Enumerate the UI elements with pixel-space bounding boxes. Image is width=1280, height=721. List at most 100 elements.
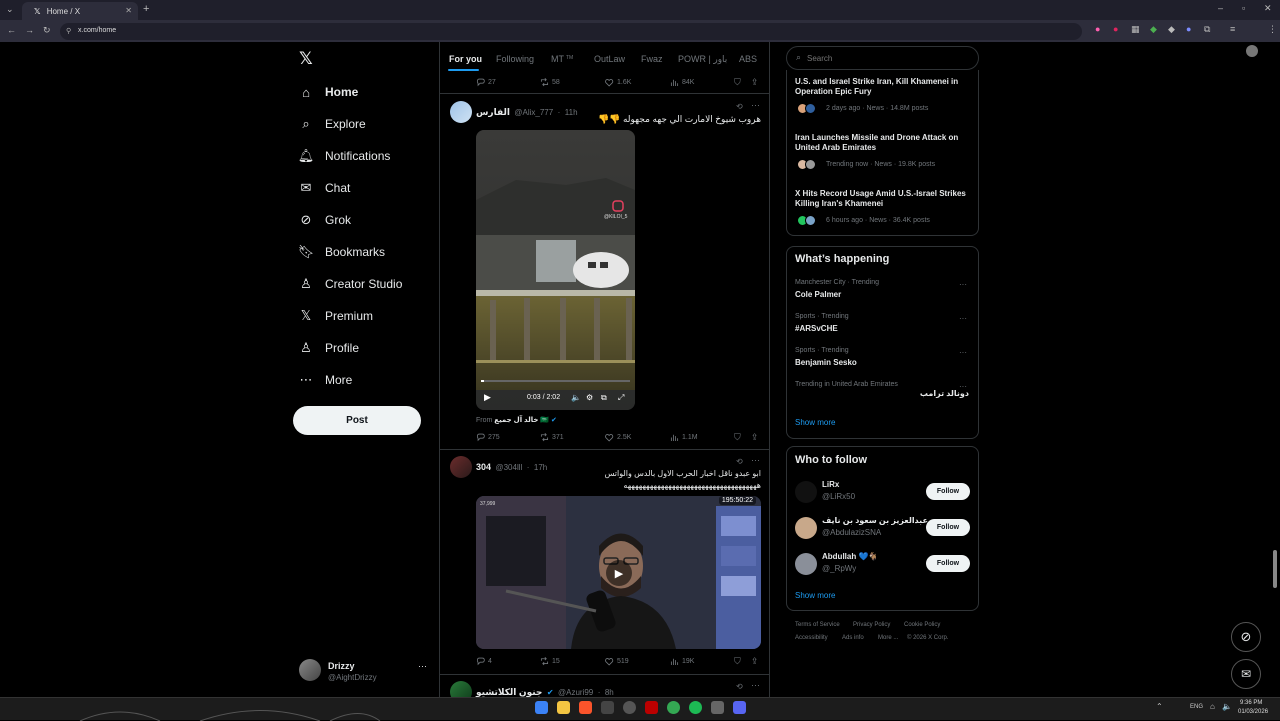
file-explorer-icon[interactable] xyxy=(557,701,570,714)
pip-icon[interactable]: ⧉ xyxy=(601,393,607,403)
grok-icon[interactable]: ⟲ xyxy=(736,457,743,466)
show-more-link[interactable]: Show more xyxy=(795,418,835,427)
grok-icon[interactable]: ⟲ xyxy=(736,682,743,691)
network-icon[interactable]: ⌂ xyxy=(1210,702,1215,711)
scrollbar-thumb[interactable] xyxy=(1273,550,1277,588)
extensions-puzzle-icon[interactable]: ⧉ xyxy=(1204,24,1210,35)
more-icon[interactable]: ··· xyxy=(959,348,967,357)
bookmark-icon[interactable]: ⛉ xyxy=(734,77,741,88)
repost-button[interactable]: 371 xyxy=(540,433,564,442)
timeline-tab[interactable]: POWR | باور xyxy=(678,54,727,65)
source-author[interactable]: خالد آل جميع 🇸🇦 xyxy=(494,417,549,424)
close-tab-icon[interactable]: ✕ xyxy=(125,6,132,15)
extension-icon[interactable]: ◆ xyxy=(1150,24,1157,35)
post-button[interactable]: Post xyxy=(293,406,421,435)
nav-item-grok[interactable]: ⊘ Grok xyxy=(298,207,351,233)
more-icon[interactable]: ··· xyxy=(418,661,427,671)
more-icon[interactable]: ··· xyxy=(959,314,967,323)
app-icon[interactable] xyxy=(601,701,614,714)
nav-item-chat[interactable]: ✉ Chat xyxy=(298,175,351,201)
settings-icon[interactable]: ⚙ xyxy=(586,393,593,402)
view-button[interactable]: 19K xyxy=(670,657,694,666)
more-icon[interactable]: ··· xyxy=(751,680,760,690)
replie-button[interactable]: 27 xyxy=(476,78,496,87)
messages-float-button[interactable]: ✉ xyxy=(1231,659,1261,689)
footer-link[interactable]: More ... xyxy=(878,635,898,641)
repost-button[interactable]: 58 xyxy=(540,78,560,87)
more-icon[interactable]: ··· xyxy=(751,100,760,110)
chrome-icon[interactable] xyxy=(667,701,680,714)
site-info-icon[interactable]: ⚲ xyxy=(66,27,71,35)
nav-item-premium[interactable]: 𝕏 Premium xyxy=(298,303,373,329)
more-icon[interactable]: ··· xyxy=(959,382,967,391)
grok-icon[interactable]: ⟲ xyxy=(736,102,743,111)
tab-list-icon[interactable]: ⌄ xyxy=(6,4,14,15)
forward-icon[interactable]: → xyxy=(25,25,34,35)
user-name[interactable]: عبدالعزيز بن سعود بن نايف... xyxy=(822,516,935,525)
language-indicator[interactable]: ENG xyxy=(1190,704,1203,710)
view-button[interactable]: 1.1M xyxy=(670,433,698,442)
nav-item-explore[interactable]: ⌕ Explore xyxy=(298,111,365,137)
volume-icon[interactable]: 🔈 xyxy=(1222,702,1232,711)
timeline-tab[interactable]: OutLaw xyxy=(594,54,625,64)
x-logo-icon[interactable]: 𝕏 xyxy=(299,49,313,69)
share-icon[interactable]: ⇪ xyxy=(751,77,759,88)
obs-icon[interactable] xyxy=(623,701,636,714)
nav-item-home[interactable]: ⌂ Home xyxy=(298,79,358,105)
back-icon[interactable]: ← xyxy=(7,25,16,35)
bookmark-icon[interactable]: ⛉ xyxy=(734,656,741,667)
footer-link[interactable]: Accessibility xyxy=(795,635,828,641)
profile-avatar[interactable] xyxy=(1246,45,1258,57)
spotify-icon[interactable] xyxy=(689,701,702,714)
repost-button[interactable]: 15 xyxy=(540,657,560,666)
tray-chevron-icon[interactable]: ⌃ xyxy=(1156,702,1163,711)
avatar[interactable] xyxy=(450,101,472,123)
timeline-tab[interactable]: Fwaz xyxy=(641,54,663,64)
nav-item-bookmarks[interactable]: 🔖︎ Bookmarks xyxy=(298,239,385,265)
bookmark-icon[interactable]: ⛉ xyxy=(734,432,741,443)
footer-link[interactable]: Terms of Service xyxy=(795,622,840,628)
avatar[interactable] xyxy=(795,553,817,575)
extension-icon[interactable]: ◆ xyxy=(1168,24,1175,35)
follow-button[interactable]: Follow xyxy=(926,519,970,536)
extension-icon[interactable]: ● xyxy=(1113,24,1118,34)
footer-link[interactable]: Cookie Policy xyxy=(904,622,940,628)
netflix-icon[interactable] xyxy=(645,701,658,714)
start-icon[interactable] xyxy=(535,701,548,714)
minimize-icon[interactable]: – xyxy=(1218,3,1223,13)
news-headline[interactable]: Iran Launches Missile and Drone Attack o… xyxy=(795,133,975,153)
extension-icon[interactable]: ● xyxy=(1095,24,1100,34)
replie-button[interactable]: 275 xyxy=(476,433,500,442)
browser-tab[interactable]: 𝕏 Home / X ✕ xyxy=(22,2,138,20)
avatar[interactable] xyxy=(450,456,472,478)
nav-item-profile[interactable]: ♙ Profile xyxy=(298,335,359,361)
follow-button[interactable]: Follow xyxy=(926,483,970,500)
tweet-author-handle[interactable]: @Azuri99 xyxy=(558,688,593,697)
user-name[interactable]: LiRx xyxy=(822,480,839,489)
like-button[interactable]: 1.6K xyxy=(605,78,631,87)
trend-name[interactable]: #ARSvCHE xyxy=(795,324,838,333)
search-input[interactable] xyxy=(807,51,967,65)
trend-name[interactable]: Cole Palmer xyxy=(795,290,841,299)
volume-icon[interactable]: 🔈 xyxy=(571,393,581,402)
more-icon[interactable]: ··· xyxy=(751,455,760,465)
news-headline[interactable]: X Hits Record Usage Amid U.S.-Israel Str… xyxy=(795,189,975,209)
fullscreen-icon[interactable]: ⤢ xyxy=(618,393,624,403)
timeline-tab[interactable]: For you xyxy=(449,54,482,64)
reload-icon[interactable]: ↻ xyxy=(43,25,51,36)
new-tab-icon[interactable]: + xyxy=(143,3,149,15)
tweet-video[interactable]: 37,999 195:50:22 ▶ xyxy=(476,496,761,649)
timeline-tab[interactable]: MT xyxy=(551,54,564,64)
address-bar[interactable]: ⚲ x.com/home xyxy=(60,23,1082,40)
x-app-icon[interactable] xyxy=(711,701,724,714)
close-window-icon[interactable]: ✕ xyxy=(1264,3,1272,14)
like-button[interactable]: 519 xyxy=(605,657,629,666)
nav-item-notifications[interactable]: 🔔︎ Notifications xyxy=(298,143,391,169)
news-headline[interactable]: U.S. and Israel Strike Iran, Kill Khamen… xyxy=(795,77,975,97)
clock-date[interactable]: 01/03/2026 xyxy=(1238,709,1268,715)
grok-float-button[interactable]: ⊘ xyxy=(1231,622,1261,652)
play-icon[interactable]: ▶ xyxy=(606,560,632,586)
footer-link[interactable]: Ads info xyxy=(842,635,864,641)
tweet-author-name[interactable]: جنون الكلاتشيو xyxy=(476,687,542,697)
account-switcher[interactable]: Drizzy @AightDrizzy ··· xyxy=(299,659,439,689)
